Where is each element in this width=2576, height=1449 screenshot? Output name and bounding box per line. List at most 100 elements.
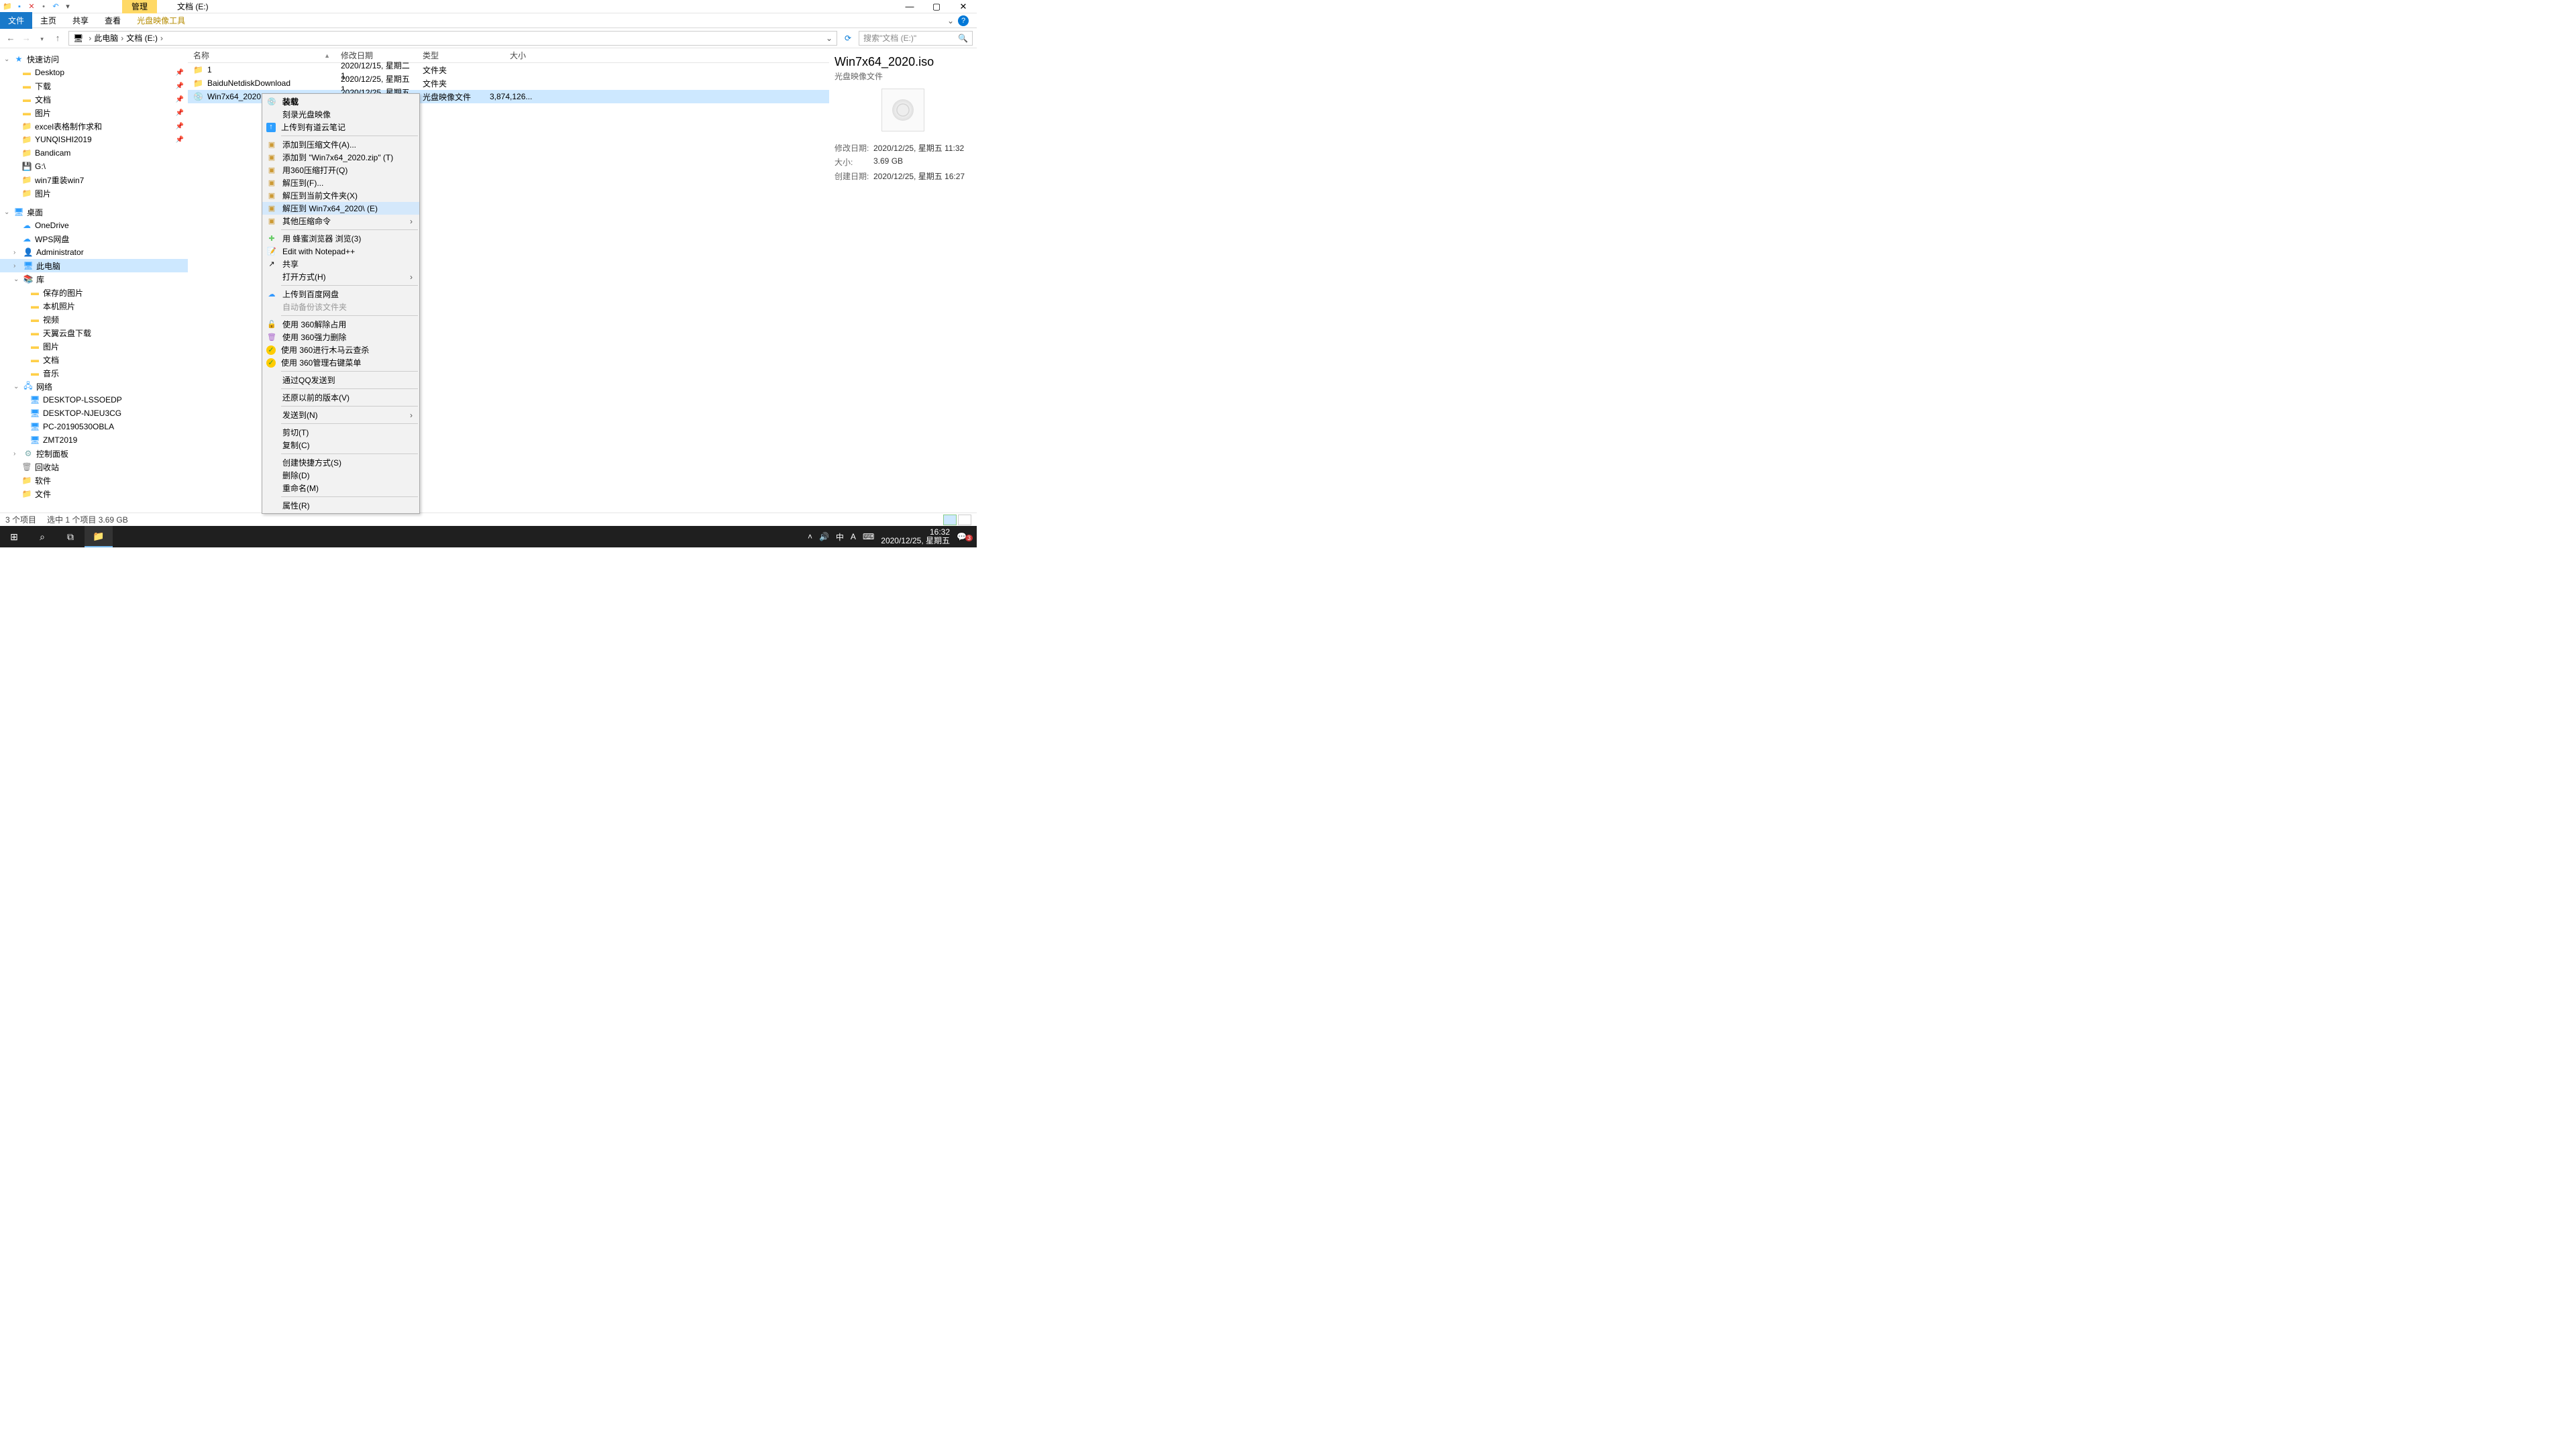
tree-docs2[interactable]: ▬文档 [0,353,188,366]
minimize-button[interactable]: — [896,1,923,12]
tree-soft[interactable]: 📁软件 [0,474,188,487]
tab-home[interactable]: 主页 [32,12,64,29]
ctx-shortcut[interactable]: 创建快捷方式(S) [262,456,419,469]
save-icon[interactable]: ▪ [15,2,24,11]
ctx-open-360zip[interactable]: ▣用360压缩打开(Q) [262,164,419,176]
tree-tianyi[interactable]: ▬天翼云盘下载 [0,326,188,339]
tree-bandicam[interactable]: 📁Bandicam [0,146,188,160]
tree-video[interactable]: ▬视频 [0,313,188,326]
ctx-extract-here[interactable]: ▣解压到当前文件夹(X) [262,189,419,202]
tree-net4[interactable]: 🖥ZMT2019 [0,433,188,447]
tree-net2[interactable]: 🖥DESKTOP-NJEU3CG [0,407,188,420]
tree-pics2[interactable]: 📁图片 [0,186,188,200]
ctx-360-manage[interactable]: ✓使用 360管理右键菜单 [262,356,419,369]
ctx-qq-send[interactable]: 通过QQ发送到 [262,374,419,386]
ime-mode-button[interactable]: A [851,532,856,541]
ctx-youdao[interactable]: ↑上传到有道云笔记 [262,121,419,133]
tree-savedpics[interactable]: ▬保存的图片 [0,286,188,299]
taskview-button[interactable]: ⧉ [56,526,85,547]
ctx-extract-to[interactable]: ▣解压到(F)... [262,176,419,189]
tree-admin[interactable]: ›👤Administrator [0,246,188,259]
tree-win7re[interactable]: 📁win7重装win7 [0,173,188,186]
list-row[interactable]: 📁BaiduNetdiskDownload 2020/12/25, 星期五 1.… [188,76,829,90]
tree-onedrive[interactable]: ☁OneDrive [0,219,188,232]
tree-localpics[interactable]: ▬本机照片 [0,299,188,313]
maximize-button[interactable]: ▢ [923,1,950,12]
ctx-send-to[interactable]: 发送到(N)› [262,409,419,421]
chevron-right-icon[interactable]: › [89,34,91,43]
col-size[interactable]: 大小 [484,50,531,61]
col-type[interactable]: 类型 [417,50,484,61]
volume-icon[interactable]: 🔊 [819,532,829,541]
ctx-add-zip[interactable]: ▣添加到 "Win7x64_2020.zip" (T) [262,151,419,164]
search-icon[interactable]: 🔍 [958,34,968,43]
tab-file[interactable]: 文件 [0,12,32,29]
ctx-other-compress[interactable]: ▣其他压缩命令› [262,215,419,227]
ctx-copy[interactable]: 复制(C) [262,439,419,451]
col-name[interactable]: 名称▲ [188,50,335,61]
help-icon[interactable]: ? [958,15,969,26]
tab-disc-tools[interactable]: 光盘映像工具 [129,12,193,29]
delete-icon[interactable]: ✕ [27,2,36,11]
props-icon[interactable]: • [39,2,48,11]
ctx-bee-browser[interactable]: ✚用 蜂蜜浏览器 浏览(3) [262,232,419,245]
ctx-mount[interactable]: 💿装载 [262,95,419,108]
tree-net3[interactable]: 🖥PC-20190530OBLA [0,420,188,433]
ctx-cut[interactable]: 剪切(T) [262,426,419,439]
undo-icon[interactable]: ↶ [51,2,60,11]
tab-share[interactable]: 共享 [64,12,97,29]
ctx-notepadpp[interactable]: 📝Edit with Notepad++ [262,245,419,258]
explorer-taskbar-icon[interactable]: 📁 [85,526,113,547]
tab-view[interactable]: 查看 [97,12,129,29]
tree-docs[interactable]: ▬文档📌 [0,93,188,106]
refresh-button[interactable]: ⟳ [841,34,855,43]
ctx-extract-dir[interactable]: ▣解压到 Win7x64_2020\ (E) [262,202,419,215]
tree-music[interactable]: ▬音乐 [0,366,188,380]
tree-thispc[interactable]: ›🖥此电脑 [0,259,188,272]
tray-overflow-icon[interactable]: ˄ [808,532,812,541]
ctx-baidu-upload[interactable]: ☁上传到百度网盘 [262,288,419,301]
ctx-360-trojan[interactable]: ✓使用 360进行木马云查杀 [262,343,419,356]
ctx-share[interactable]: ↗共享 [262,258,419,270]
back-button[interactable]: ← [4,33,17,43]
tree-desktop[interactable]: ▬Desktop📌 [0,66,188,79]
tree-desktop2[interactable]: ⌄🖥桌面 [0,205,188,219]
tree-pictures[interactable]: ▬图片📌 [0,106,188,119]
crumb-dropdown-icon[interactable]: ⌄ [826,34,833,43]
crumb-this-pc[interactable]: 此电脑 [94,32,118,44]
ctx-delete[interactable]: 删除(D) [262,469,419,482]
tree-excel[interactable]: 📁excel表格制作求和📌 [0,119,188,133]
tree-controlpanel[interactable]: ›⚙控制面板 [0,447,188,460]
view-icons-button[interactable] [958,515,971,525]
list-row[interactable]: 📁1 2020/12/15, 星期二 1... 文件夹 [188,63,829,76]
start-button[interactable]: ⊞ [0,526,28,547]
ribbon-expand-icon[interactable]: ⌄ [947,16,954,25]
tree-downloads[interactable]: ▬下载📌 [0,79,188,93]
ctx-open-with[interactable]: 打开方式(H)› [262,270,419,283]
view-details-button[interactable] [943,515,957,525]
ctx-restore[interactable]: 还原以前的版本(V) [262,391,419,404]
keyboard-icon[interactable]: ⌨ [863,532,874,541]
notification-icon[interactable]: 💬3 [957,532,973,541]
tree-lib[interactable]: ⌄📚库 [0,272,188,286]
ctx-360-unlock[interactable]: 🔓使用 360解除占用 [262,318,419,331]
ctx-properties[interactable]: 属性(R) [262,499,419,512]
ctx-360-forcedel[interactable]: 🗑使用 360强力删除 [262,331,419,343]
tree-files[interactable]: 📁文件 [0,487,188,500]
chevron-right-icon[interactable]: › [160,34,163,43]
tree-quick-access[interactable]: ⌄★快速访问 [0,52,188,66]
tree-network[interactable]: ⌄🖧网络 [0,380,188,393]
tree-yunqishi[interactable]: 📁YUNQISHI2019📌 [0,133,188,146]
tree-gdrive[interactable]: 💾G:\ [0,160,188,173]
close-button[interactable]: ✕ [950,1,977,12]
breadcrumb[interactable]: 🖥 › 此电脑 › 文档 (E:) › ⌄ [68,31,837,46]
qa-dropdown-icon[interactable]: ▾ [63,2,72,11]
search-button[interactable]: ⌕ [28,526,56,547]
tree-net1[interactable]: 🖥DESKTOP-LSSOEDP [0,393,188,407]
clock[interactable]: 16:32 2020/12/25, 星期五 [881,528,950,545]
ime-button[interactable]: 中 [836,531,844,543]
tree-pics3[interactable]: ▬图片 [0,339,188,353]
chevron-right-icon[interactable]: › [121,34,123,43]
ctx-burn[interactable]: 刻录光盘映像 [262,108,419,121]
recent-dropdown-icon[interactable]: ▾ [36,36,49,43]
